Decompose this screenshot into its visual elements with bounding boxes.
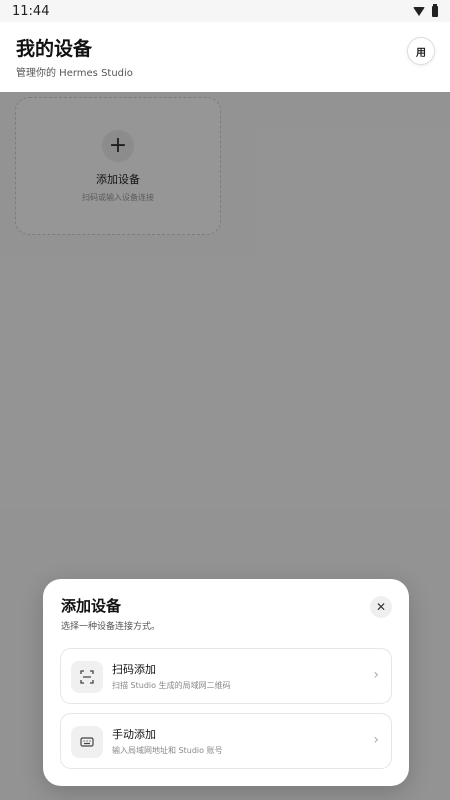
dialog-subtitle: 选择一种设备连接方式。 <box>61 622 161 632</box>
option-manual-title: 手动添加 <box>112 728 156 741</box>
status-icons <box>413 3 438 17</box>
chevron-right-icon: › <box>373 667 379 683</box>
status-time: 11:44 <box>12 3 50 19</box>
option-scan-desc: 扫描 Studio 生成的局域网二维码 <box>112 681 231 690</box>
option-scan-add[interactable]: 扫码添加 扫描 Studio 生成的局域网二维码 › <box>60 648 392 704</box>
close-button[interactable]: ✕ <box>370 596 392 618</box>
qr-scan-icon <box>71 661 103 693</box>
close-icon: ✕ <box>375 600 387 614</box>
dialog-title: 添加设备 <box>61 597 122 615</box>
app-header: 我的设备 管理你的 Hermes Studio 用 <box>0 22 450 92</box>
page-subtitle: 管理你的 Hermes Studio <box>16 68 133 79</box>
option-manual-desc: 输入局域网地址和 Studio 账号 <box>112 746 223 755</box>
wifi-icon <box>413 6 425 16</box>
chevron-right-icon: › <box>373 732 379 748</box>
avatar-button[interactable]: 用 <box>407 37 435 65</box>
status-bar: 11:44 <box>0 0 450 22</box>
add-device-dialog: 添加设备 选择一种设备连接方式。 ✕ 扫码添加 扫描 Studio 生成的局域网… <box>43 579 409 786</box>
page-title: 我的设备 <box>16 38 93 60</box>
keyboard-icon <box>71 726 103 758</box>
battery-icon <box>432 3 438 17</box>
option-scan-title: 扫码添加 <box>112 663 156 676</box>
option-manual-add[interactable]: 手动添加 输入局域网地址和 Studio 账号 › <box>60 713 392 769</box>
